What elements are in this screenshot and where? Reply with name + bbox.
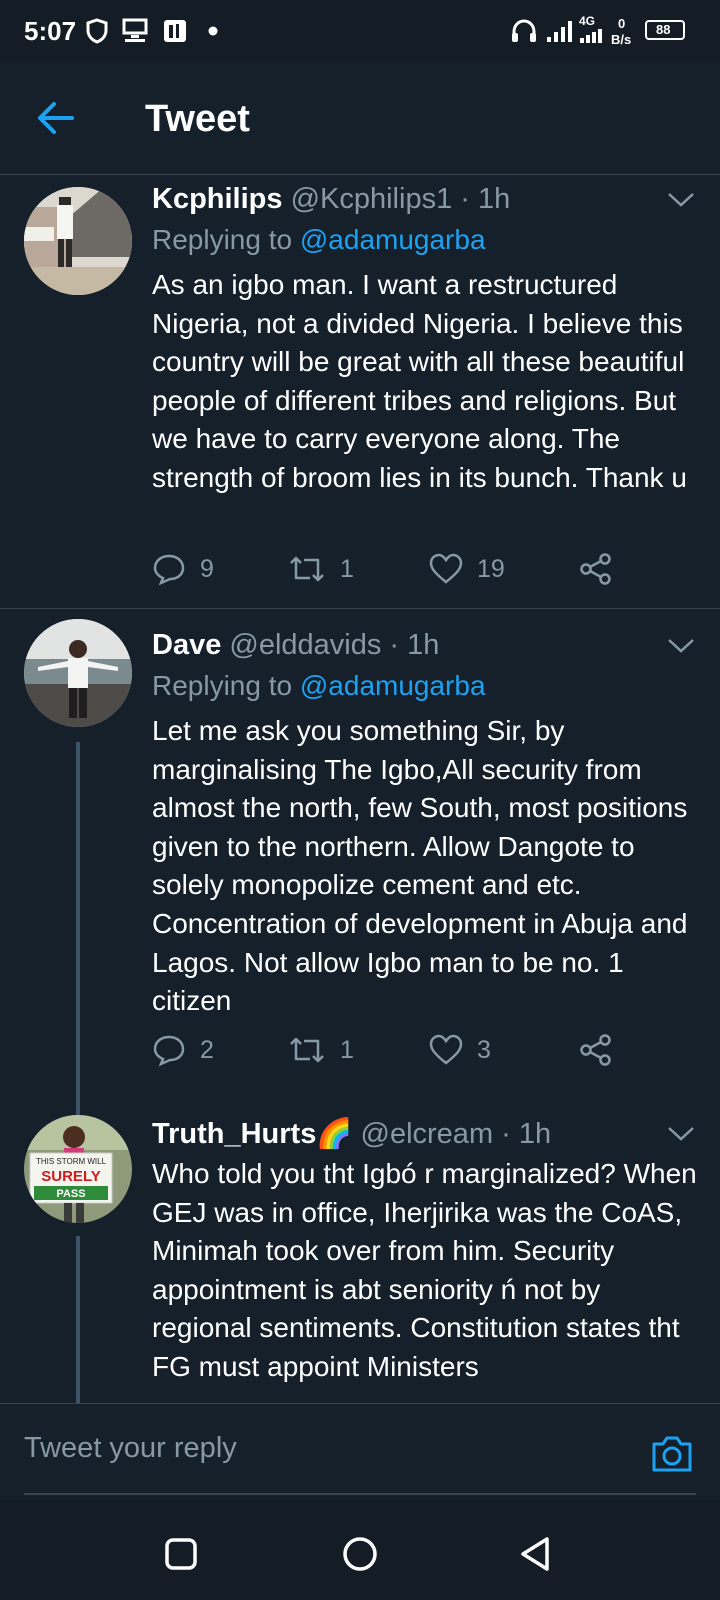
tweet-author-handle[interactable]: @Kcphilips1 — [291, 183, 453, 215]
retweet-icon — [290, 1037, 324, 1063]
like-button[interactable]: 3 — [429, 1030, 491, 1070]
desktop-icon — [122, 18, 148, 42]
reply-count: 9 — [200, 554, 214, 583]
tweet-text: As an igbo man. I want a restructured Ni… — [152, 269, 687, 493]
page-title: Tweet — [145, 98, 250, 140]
tweet-author-name[interactable]: Dave — [152, 629, 221, 661]
tweet-text: Who told you tht Igbó r marginalized? Wh… — [152, 1158, 697, 1382]
thread-line — [76, 1103, 80, 1115]
mention-link[interactable]: @adamugarba — [300, 224, 486, 255]
replying-to: Replying to @adamugarba — [152, 670, 486, 701]
tweet-text: Let me ask you something Sir, by margina… — [152, 715, 688, 1017]
tweet-header: Kcphilips @Kcphilips1 · 1h — [152, 183, 511, 215]
replying-to: Replying to @adamugarba — [152, 224, 486, 255]
thread-line — [76, 742, 80, 1103]
retweet-button[interactable]: 1 — [288, 549, 354, 589]
reply-input[interactable] — [24, 1428, 604, 1468]
app-notification-icon — [164, 20, 186, 42]
share-icon — [580, 553, 611, 585]
back-icon[interactable] — [516, 1534, 556, 1574]
rainbow-emoji: 🌈 — [316, 1118, 353, 1150]
thread-line — [76, 1236, 80, 1403]
avatar[interactable] — [24, 187, 132, 295]
status-time: 5:07 — [24, 16, 77, 46]
retweet-count: 1 — [340, 1035, 354, 1064]
tweet-header: Dave @elddavids · 1h — [152, 629, 440, 661]
signal-2-icon — [580, 29, 602, 43]
app-header: Tweet — [0, 62, 720, 175]
heart-icon — [429, 553, 463, 584]
system-nav-bar — [0, 1500, 720, 1600]
retweet-button[interactable]: 1 — [288, 1030, 354, 1070]
avatar[interactable] — [24, 619, 132, 727]
tweet-time: 1h — [518, 1118, 552, 1150]
battery-icon: 88 — [645, 20, 685, 40]
reply-count: 2 — [200, 1035, 214, 1064]
tweet-author-name[interactable]: Truth_Hurts — [152, 1118, 316, 1150]
signal-icon — [547, 21, 572, 42]
heart-icon — [429, 1034, 463, 1065]
reply-underline — [24, 1493, 696, 1495]
like-button[interactable]: 19 — [429, 549, 505, 589]
tweet-time: 1h — [477, 183, 511, 215]
tweet[interactable]: Kcphilips @Kcphilips1 · 1h Replying to @… — [0, 175, 720, 608]
share-icon — [580, 1034, 611, 1066]
battery-level: 88 — [656, 22, 671, 37]
reply-button[interactable]: 2 — [152, 1030, 214, 1070]
avatar-sign-line-3: PASS — [56, 1188, 85, 1200]
chevron-down-icon[interactable] — [666, 190, 696, 210]
home-icon[interactable] — [340, 1534, 380, 1574]
tweet[interactable]: Dave @elddavids · 1h Replying to @adamug… — [0, 609, 720, 1103]
tweet-author-name[interactable]: Kcphilips — [152, 183, 283, 215]
status-bar: 5:07 4G 0 B/s 88 — [0, 0, 720, 62]
speed-value: 0 — [618, 16, 626, 31]
network-type: 4G — [579, 14, 596, 28]
shield-icon — [86, 18, 108, 44]
tweet[interactable]: THIS STORM WILL SURELY PASS Truth_Hurts🌈… — [0, 1103, 720, 1403]
tweet-actions: 2 1 3 — [152, 1030, 672, 1070]
avatar-sign-line-2: SURELY — [41, 1168, 100, 1185]
reply-button[interactable]: 9 — [152, 549, 214, 589]
speed-unit: B/s — [611, 32, 632, 47]
speech-bubble-icon — [153, 554, 185, 586]
tweet-author-handle[interactable]: @elcream — [361, 1118, 494, 1150]
like-count: 3 — [477, 1035, 491, 1064]
tweet-header: Truth_Hurts🌈 @elcream · 1h — [152, 1118, 552, 1150]
more-notifications-icon — [208, 26, 218, 36]
tweet-author-handle[interactable]: @elddavids — [229, 629, 381, 661]
tweet-actions: 9 1 19 — [152, 549, 672, 589]
share-button[interactable] — [579, 1030, 613, 1070]
camera-icon[interactable] — [650, 1434, 694, 1474]
chevron-down-icon[interactable] — [666, 636, 696, 656]
avatar-sign-line-1: THIS STORM WILL — [36, 1157, 107, 1166]
recent-apps-icon[interactable] — [162, 1534, 202, 1574]
like-count: 19 — [477, 554, 505, 583]
retweet-icon — [290, 556, 324, 582]
speech-bubble-icon — [153, 1035, 185, 1067]
tweet-time: 1h — [407, 629, 440, 661]
share-button[interactable] — [579, 549, 613, 589]
tweet-feed[interactable]: Kcphilips @Kcphilips1 · 1h Replying to @… — [0, 175, 720, 1403]
avatar[interactable]: THIS STORM WILL SURELY PASS — [24, 1115, 132, 1223]
headphones-icon — [512, 19, 536, 42]
mention-link[interactable]: @adamugarba — [300, 670, 486, 701]
chevron-down-icon[interactable] — [666, 1124, 696, 1144]
back-arrow-icon[interactable] — [30, 96, 82, 140]
retweet-count: 1 — [340, 554, 354, 583]
